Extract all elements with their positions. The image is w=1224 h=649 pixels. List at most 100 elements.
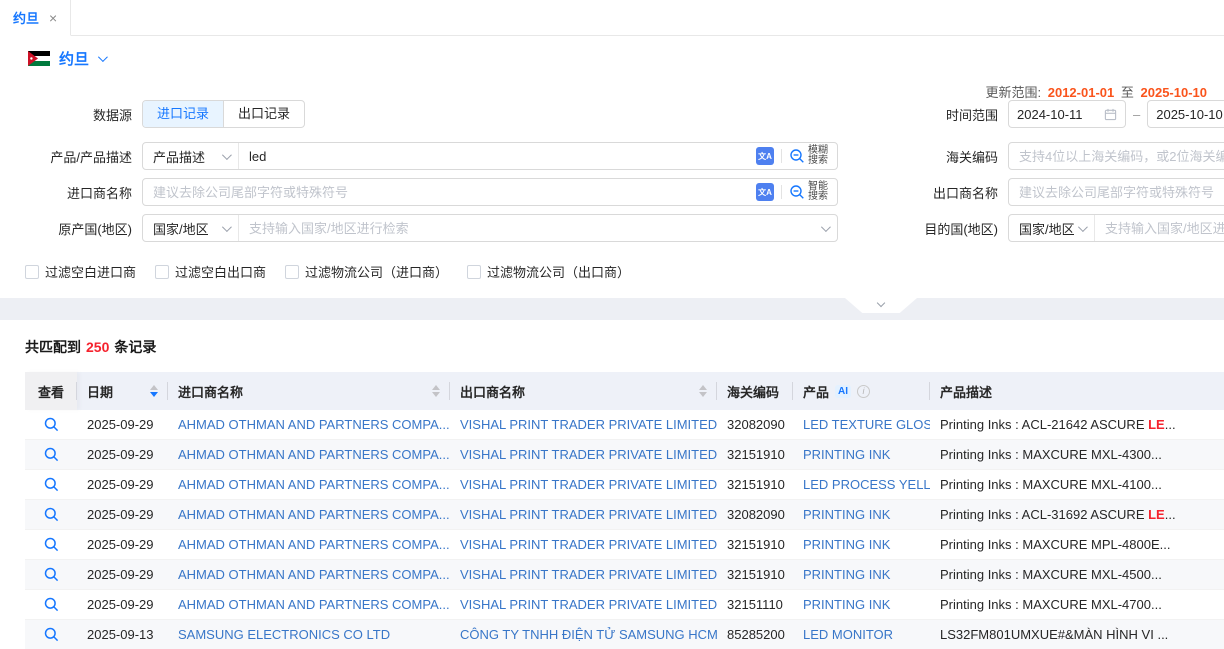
importer-name-input[interactable] <box>143 179 752 205</box>
exporter-link[interactable]: VISHAL PRINT TRADER PRIVATE LIMITED <box>460 507 717 522</box>
translate-icon[interactable]: 文A <box>756 183 774 201</box>
product-link[interactable]: PRINTING INK <box>803 447 890 462</box>
translate-icon[interactable]: 文A <box>756 147 774 165</box>
view-row-button[interactable] <box>44 447 59 462</box>
product-field-select-value: 产品描述 <box>153 147 205 166</box>
importer-link[interactable]: AHMAD OTHMAN AND PARTNERS COMPA... <box>178 597 450 612</box>
origin-select-group: 国家/地区 <box>142 214 838 242</box>
importer-link[interactable]: AHMAD OTHMAN AND PARTNERS COMPA... <box>178 417 450 432</box>
checkbox-icon[interactable] <box>285 265 299 279</box>
exporter-link[interactable]: VISHAL PRINT TRADER PRIVATE LIMITED <box>460 477 717 492</box>
date-end-input[interactable]: 2025-10-10 <box>1147 100 1224 128</box>
tab-jordan[interactable]: 约旦 × <box>0 0 71 36</box>
sort-icon[interactable] <box>424 385 440 397</box>
origin-label: 原产国(地区) <box>0 219 132 238</box>
filter-checkbox-row: 过滤空白进口商过滤空白出口商过滤物流公司（进口商） 过滤物流公司（出口商） <box>25 262 630 281</box>
cell-description: Printing Inks : ACL-21642 ASCURE LE... <box>930 417 1224 432</box>
table-body: 2025-09-29 AHMAD OTHMAN AND PARTNERS COMP… <box>25 410 1224 649</box>
form-row-importer: 进口商名称 文A 智能搜索 出口商名 <box>0 178 1224 206</box>
view-row-button[interactable] <box>44 537 59 552</box>
importer-search-group: 文A 智能搜索 <box>142 178 838 206</box>
view-row-button[interactable] <box>44 477 59 492</box>
origin-country-input[interactable] <box>239 215 821 241</box>
column-header-2[interactable]: 进口商名称 <box>168 372 450 410</box>
view-row-button[interactable] <box>44 597 59 612</box>
destination-type-select-value: 国家/地区 <box>1019 219 1075 238</box>
tab-import-records[interactable]: 进口记录 <box>143 101 223 127</box>
product-link[interactable]: LED MONITOR <box>803 627 893 642</box>
chevron-down-icon[interactable] <box>98 52 108 62</box>
tab-export-records[interactable]: 出口记录 <box>223 101 304 127</box>
product-link[interactable]: PRINTING INK <box>803 537 890 552</box>
checkbox-label: 过滤物流公司（出口商） <box>487 262 630 281</box>
view-row-button[interactable] <box>44 417 59 432</box>
importer-link[interactable]: AHMAD OTHMAN AND PARTNERS COMPA... <box>178 567 450 582</box>
view-row-button[interactable] <box>44 567 59 582</box>
checkbox-icon[interactable] <box>155 265 169 279</box>
destination-type-select[interactable]: 国家/地区 <box>1009 215 1095 241</box>
smart-search-button[interactable]: 智能搜索 <box>789 182 828 203</box>
cell-description: Printing Inks : MAXCURE MXL-4500... <box>930 567 1224 582</box>
cell-date: 2025-09-29 <box>77 507 168 522</box>
results-summary: 共匹配到250条记录 <box>25 337 1224 357</box>
product-link[interactable]: PRINTING INK <box>803 567 890 582</box>
hs-code-input[interactable] <box>1008 142 1224 170</box>
filter-checkbox-2[interactable]: 过滤物流公司（进口商） <box>285 262 448 281</box>
view-magnifier-icon <box>44 447 59 462</box>
country-selector[interactable]: 约旦 <box>59 48 89 69</box>
calendar-icon <box>1104 108 1117 121</box>
exporter-link[interactable]: CÔNG TY TNHH ĐIỆN TỬ SAMSUNG HCMC... <box>460 627 717 642</box>
checkbox-icon[interactable] <box>25 265 39 279</box>
collapse-panel-button[interactable] <box>845 298 917 313</box>
product-link[interactable]: LED TEXTURE GLOSS ... <box>803 417 930 432</box>
view-row-button[interactable] <box>44 627 59 642</box>
date-start-input[interactable]: 2024-10-11 <box>1008 100 1126 128</box>
tab-title: 约旦 <box>13 8 39 27</box>
product-link[interactable]: PRINTING INK <box>803 597 890 612</box>
info-icon[interactable]: i <box>857 385 870 398</box>
sort-icon[interactable] <box>142 385 158 397</box>
importer-link[interactable]: SAMSUNG ELECTRONICS CO LTD <box>178 627 390 642</box>
cell-date: 2025-09-29 <box>77 447 168 462</box>
destination-country-input[interactable] <box>1095 215 1224 241</box>
filter-checkbox-0[interactable]: 过滤空白进口商 <box>25 262 136 281</box>
exporter-link[interactable]: VISHAL PRINT TRADER PRIVATE LIMITED <box>460 537 717 552</box>
importer-link[interactable]: AHMAD OTHMAN AND PARTNERS COMPA... <box>178 447 450 462</box>
sort-icon[interactable] <box>691 385 707 397</box>
table-row: 2025-09-29 AHMAD OTHMAN AND PARTNERS COMP… <box>25 500 1224 530</box>
filter-checkbox-1[interactable]: 过滤空白出口商 <box>155 262 266 281</box>
chevron-down-icon <box>877 299 885 307</box>
fuzzy-search-button[interactable]: 模糊搜索 <box>789 146 828 167</box>
checkbox-label: 过滤空白进口商 <box>45 262 136 281</box>
importer-link[interactable]: AHMAD OTHMAN AND PARTNERS COMPA... <box>178 507 450 522</box>
product-search-input[interactable] <box>239 143 752 169</box>
chevron-down-icon[interactable] <box>821 222 831 232</box>
importer-link[interactable]: AHMAD OTHMAN AND PARTNERS COMPA... <box>178 537 450 552</box>
destination-select-group: 国家/地区 <box>1008 214 1224 242</box>
exporter-link[interactable]: VISHAL PRINT TRADER PRIVATE LIMITED <box>460 597 717 612</box>
keyword-highlight: LE <box>1148 417 1165 432</box>
exporter-link[interactable]: VISHAL PRINT TRADER PRIVATE LIMITED <box>460 447 717 462</box>
column-header-3[interactable]: 出口商名称 <box>450 372 717 410</box>
cell-date: 2025-09-29 <box>77 597 168 612</box>
origin-type-select[interactable]: 国家/地区 <box>143 215 239 241</box>
exporter-link[interactable]: VISHAL PRINT TRADER PRIVATE LIMITED <box>460 567 717 582</box>
view-row-button[interactable] <box>44 507 59 522</box>
close-icon[interactable]: × <box>49 11 57 25</box>
exporter-link[interactable]: VISHAL PRINT TRADER PRIVATE LIMITED <box>460 417 717 432</box>
column-header-1[interactable]: 日期 <box>77 372 168 410</box>
product-field-select[interactable]: 产品描述 <box>143 143 239 169</box>
product-link[interactable]: LED PROCESS YELLOW... <box>803 477 930 492</box>
product-link[interactable]: PRINTING INK <box>803 507 890 522</box>
importer-link[interactable]: AHMAD OTHMAN AND PARTNERS COMPA... <box>178 477 450 492</box>
table-row: 2025-09-29AHMAD OTHMAN AND PARTNERS COMP… <box>25 470 1224 500</box>
cell-date: 2025-09-13 <box>77 627 168 642</box>
cell-hs-code: 32151910 <box>717 567 793 582</box>
cell-hs-code: 32151910 <box>717 477 793 492</box>
cell-description: Printing Inks : ACL-31692 ASCURE LE... <box>930 507 1224 522</box>
filter-checkbox-3[interactable]: 过滤物流公司（出口商） <box>467 262 630 281</box>
product-search-group: 产品描述 文A 模糊搜索 <box>142 142 838 170</box>
checkbox-icon[interactable] <box>467 265 481 279</box>
zoom-search-icon <box>789 148 805 164</box>
exporter-name-input[interactable] <box>1008 178 1224 206</box>
